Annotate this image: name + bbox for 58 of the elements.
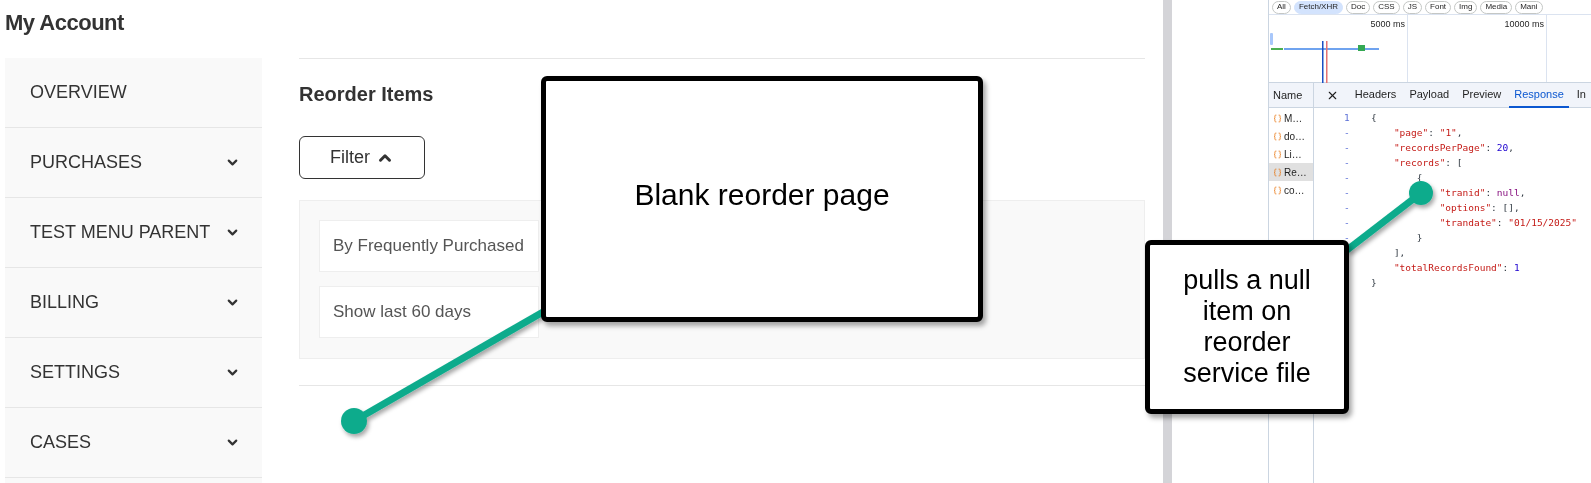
- braces-icon: [1273, 131, 1282, 141]
- timeline-tick: 5000 ms: [1370, 18, 1405, 29]
- line-number: -: [1344, 126, 1350, 141]
- braces-icon: [1273, 185, 1282, 195]
- filter-chip[interactable]: CSS: [1373, 0, 1400, 14]
- column-header: Name: [1273, 87, 1303, 103]
- timeline-tick: 10000 ms: [1504, 18, 1544, 29]
- code-line: "totalRecordsFound": 1: [1392, 261, 1520, 276]
- code-line: "page": "1",: [1392, 126, 1463, 141]
- filter-chip[interactable]: Img: [1454, 0, 1478, 14]
- filter-button[interactable]: Filter: [299, 136, 425, 179]
- devtools-tab[interactable]: Payload: [1404, 82, 1455, 108]
- request-row[interactable]: Re…: [1269, 163, 1313, 181]
- line-number: -: [1344, 171, 1350, 186]
- line-number: -: [1344, 186, 1350, 201]
- code-line: "records": [: [1392, 156, 1463, 171]
- filter-chip[interactable]: Mani: [1515, 0, 1543, 14]
- line-number: -: [1344, 201, 1350, 216]
- code-line: {: [1371, 111, 1377, 126]
- panel-splitter[interactable]: [1163, 414, 1172, 483]
- devtools-tab[interactable]: In: [1571, 82, 1591, 108]
- filter-chip[interactable]: Font: [1425, 0, 1452, 14]
- code-line: ],: [1392, 246, 1406, 261]
- braces-icon: [1273, 167, 1282, 177]
- callout: Blank reorder page: [541, 76, 983, 322]
- code-line: "trandate": "01/15/2025": [1438, 216, 1577, 231]
- code-line: }: [1371, 276, 1377, 291]
- sidebar-item[interactable]: BILLING: [5, 268, 262, 338]
- filter-select[interactable]: Show last 60 days: [319, 286, 539, 338]
- sidebar-item[interactable]: SETTINGS: [5, 338, 262, 408]
- filter-chip[interactable]: JS: [1402, 0, 1423, 14]
- devtools-tab[interactable]: Headers: [1349, 82, 1402, 108]
- panel-splitter[interactable]: [1163, 0, 1172, 240]
- line-number: 1: [1344, 111, 1350, 126]
- line-number: -: [1344, 141, 1350, 156]
- code-line: "recordsPerPage": 20,: [1392, 141, 1515, 156]
- code-line: "tranid": null,: [1438, 186, 1526, 201]
- filter-select[interactable]: By Frequently Purchased: [319, 220, 539, 272]
- code-line: }: [1415, 231, 1423, 246]
- filter-chip[interactable]: All: [1272, 0, 1291, 14]
- code-line: {: [1415, 171, 1423, 186]
- code-line: "options": [],: [1438, 201, 1520, 216]
- braces-icon: [1273, 113, 1282, 123]
- filter-chip[interactable]: Doc: [1346, 0, 1371, 14]
- sidebar-item[interactable]: OVERVIEW: [5, 58, 262, 128]
- page-title: My Account: [5, 10, 124, 35]
- braces-icon: [1273, 149, 1282, 159]
- filter-chip[interactable]: Media: [1480, 0, 1513, 14]
- sidebar-item[interactable]: TEST MENU PARENT: [5, 198, 262, 268]
- section-title: Reorder Items: [299, 83, 434, 105]
- callout: pulls a null item on reorder service file: [1145, 240, 1349, 414]
- filter-chip[interactable]: Fetch/XHR: [1293, 0, 1343, 14]
- line-number: -: [1344, 156, 1350, 171]
- devtools-tab[interactable]: Preview: [1457, 82, 1507, 108]
- sidebar-item[interactable]: CASES: [5, 408, 262, 478]
- sidebar-item[interactable]: PURCHASES: [5, 128, 262, 198]
- line-number: -: [1344, 216, 1350, 231]
- devtools-tab[interactable]: Response: [1509, 82, 1569, 108]
